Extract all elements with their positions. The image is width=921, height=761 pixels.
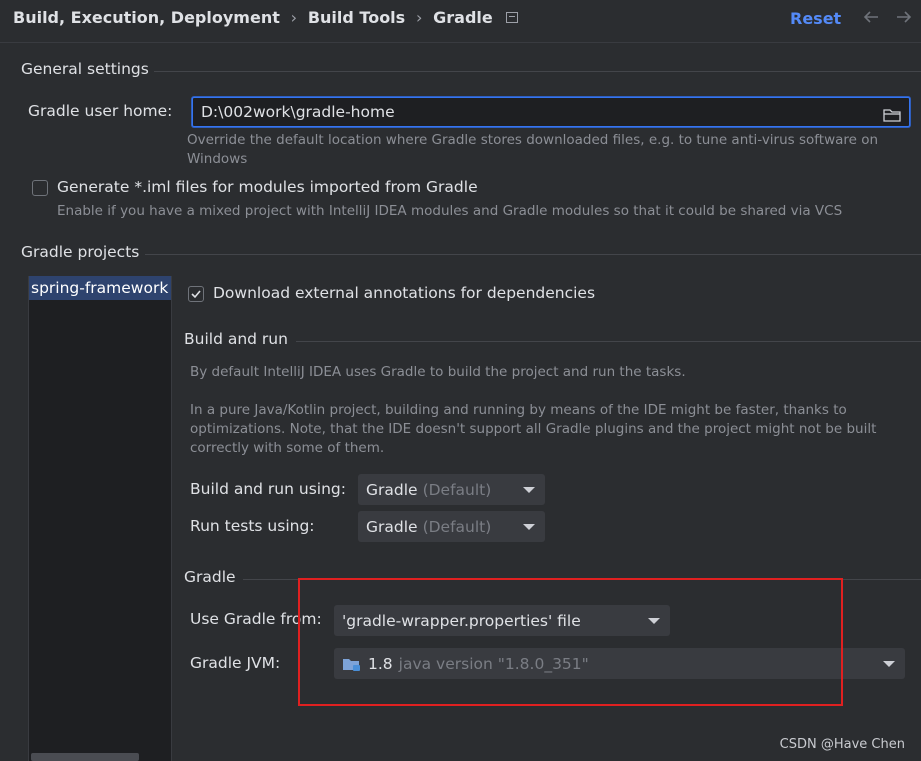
breadcrumb: Build, Execution, Deployment › Build Too… bbox=[13, 8, 518, 27]
download-annotations-checkbox[interactable] bbox=[188, 286, 204, 302]
build-run-desc-2b: optimizations. Note, that the IDE doesn'… bbox=[190, 421, 877, 437]
project-scope-icon bbox=[505, 12, 518, 23]
build-run-desc-2c: correctly with some of them. bbox=[190, 440, 385, 456]
tests-using-default: (Default) bbox=[422, 517, 492, 536]
project-name: spring-framework bbox=[31, 279, 169, 297]
chevron-down-icon bbox=[523, 523, 535, 530]
chevron-down-icon bbox=[883, 660, 895, 667]
build-run-desc-1: By default IntelliJ IDEA uses Gradle to … bbox=[190, 364, 686, 380]
chevron-down-icon bbox=[523, 486, 535, 493]
generate-iml-hint: Enable if you have a mixed project with … bbox=[57, 203, 843, 219]
gradle-home-field[interactable]: D:\002work\gradle-home bbox=[192, 97, 910, 127]
general-settings-title: General settings bbox=[21, 60, 149, 78]
build-run-title: Build and run bbox=[184, 330, 288, 348]
gradle-home-value: D:\002work\gradle-home bbox=[201, 103, 395, 121]
projects-list[interactable]: spring-framework bbox=[28, 276, 172, 761]
gradle-projects-rule bbox=[145, 254, 921, 255]
gradle-home-label: Gradle user home: bbox=[28, 102, 173, 120]
highlight-box bbox=[298, 578, 843, 706]
arrow-left-icon[interactable] bbox=[862, 8, 880, 30]
tests-using-label: Run tests using: bbox=[190, 517, 315, 535]
header-divider bbox=[0, 42, 921, 43]
build-run-rule bbox=[296, 341, 921, 342]
tests-using-dropdown[interactable]: Gradle (Default) bbox=[358, 511, 545, 542]
build-using-label: Build and run using: bbox=[190, 480, 346, 498]
breadcrumb-item-build-execution[interactable]: Build, Execution, Deployment bbox=[13, 8, 280, 27]
build-using-dropdown[interactable]: Gradle (Default) bbox=[358, 474, 545, 505]
breadcrumb-item-build-tools[interactable]: Build Tools bbox=[308, 8, 405, 27]
general-settings-rule bbox=[154, 71, 921, 72]
arrow-right-icon[interactable] bbox=[895, 8, 913, 30]
generate-iml-checkbox[interactable] bbox=[32, 180, 48, 196]
generate-iml-label[interactable]: Generate *.iml files for modules importe… bbox=[57, 178, 478, 196]
list-scrollbar[interactable] bbox=[31, 753, 139, 761]
breadcrumb-item-gradle: Gradle bbox=[433, 8, 493, 27]
breadcrumb-separator: › bbox=[415, 8, 423, 27]
gradle-jvm-label: Gradle JVM: bbox=[190, 654, 281, 672]
gradle-home-hint: Override the default location where Grad… bbox=[187, 132, 879, 148]
build-using-default: (Default) bbox=[422, 480, 492, 499]
breadcrumb-separator: › bbox=[290, 8, 298, 27]
gradle-home-hint-line2: Windows bbox=[187, 151, 248, 167]
tests-using-value: Gradle bbox=[366, 517, 418, 536]
gradle-projects-title: Gradle projects bbox=[21, 243, 140, 261]
build-using-value: Gradle bbox=[366, 480, 418, 499]
download-annotations-label[interactable]: Download external annotations for depend… bbox=[213, 284, 595, 302]
folder-icon[interactable] bbox=[883, 105, 901, 129]
gradle-section-title: Gradle bbox=[184, 568, 236, 586]
watermark: CSDN @Have Chen bbox=[779, 737, 905, 752]
reset-button[interactable]: Reset bbox=[790, 9, 841, 28]
list-item[interactable]: spring-framework bbox=[29, 276, 171, 300]
build-run-desc-2a: In a pure Java/Kotlin project, building … bbox=[190, 402, 847, 418]
